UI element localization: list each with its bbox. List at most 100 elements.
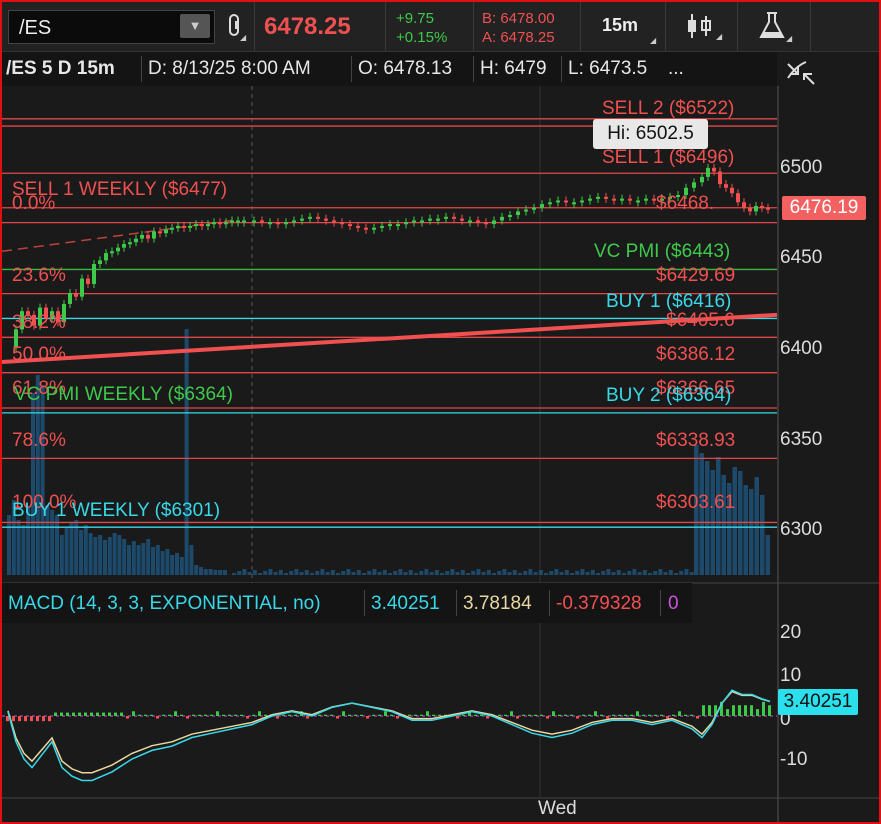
macd-histogram-bar — [600, 714, 603, 716]
macd-histogram-bar — [750, 705, 753, 716]
macd-histogram-bar — [12, 716, 15, 722]
volume-bar — [642, 570, 647, 575]
macd-histogram-bar — [42, 716, 45, 722]
macd-histogram-bar — [354, 714, 357, 716]
candle-body — [80, 278, 84, 297]
macd-histogram-bar — [552, 711, 555, 716]
link-icon[interactable]: ◢ — [226, 12, 248, 42]
candle-body — [116, 247, 120, 252]
fib-382-value: $6405.6 — [666, 310, 735, 331]
macd-title: MACD (14, 3, 3, EXPONENTIAL, no) — [8, 593, 321, 614]
volume-bar — [356, 570, 361, 575]
current-price-badge: 6476.19 — [782, 196, 866, 220]
candle-body — [636, 200, 640, 203]
fib-382-label: 38.2% — [12, 312, 66, 333]
toolbar-divider — [810, 2, 811, 51]
collapse-arrows-icon[interactable] — [784, 58, 818, 88]
volume-bar — [705, 461, 710, 575]
macd-histogram-bar — [198, 714, 201, 716]
header-divider — [141, 56, 142, 82]
flask-icon[interactable]: ◢ — [754, 10, 794, 43]
candle-body — [176, 225, 180, 228]
fib-786-label: 78.6% — [12, 430, 66, 451]
candle-body — [524, 209, 528, 212]
candle-body — [128, 242, 132, 245]
candle-body — [340, 222, 344, 225]
macd-tick: 20 — [780, 622, 802, 643]
macd-histogram-bar — [120, 712, 123, 716]
candle-body — [724, 184, 728, 188]
candle-body — [268, 222, 272, 225]
macd-histogram-bar — [222, 714, 225, 716]
volume-bar — [596, 573, 600, 575]
header-more[interactable]: ... — [668, 58, 684, 80]
volume-bar — [218, 570, 223, 575]
macd-histogram-bar — [438, 714, 441, 716]
macd-histogram-bar — [540, 714, 543, 716]
candle-body — [736, 193, 740, 203]
price-tick: 6350 — [780, 429, 823, 450]
volume-bar — [749, 489, 754, 575]
volume-bar — [544, 573, 548, 575]
volume-bar — [242, 569, 247, 575]
fib-0-label: 0.0% — [12, 193, 56, 214]
candle-body — [748, 207, 752, 212]
chevron-down-icon[interactable]: ▼ — [180, 14, 210, 38]
candle-body — [98, 260, 102, 265]
bid-ask: B: 6478.00 A: 6478.25 — [482, 9, 555, 47]
macd-histogram-bar — [564, 714, 567, 716]
volume-bar — [611, 572, 616, 575]
candle-body — [468, 220, 472, 223]
volume-bar — [299, 572, 304, 575]
volume-bar — [268, 569, 273, 575]
header-divider — [660, 590, 661, 616]
volume-bar — [523, 571, 528, 575]
candle-body — [754, 205, 758, 212]
net-change: +9.75 +0.15% — [396, 9, 447, 47]
volume-bar — [213, 570, 218, 575]
buy2-label: BUY 2 ($6364) — [606, 385, 732, 406]
candle-body — [596, 196, 600, 199]
header-high: H: 6479 — [480, 58, 547, 79]
volume-bar — [136, 545, 141, 575]
macd-histogram-bar — [384, 711, 387, 716]
volume-bar — [7, 515, 11, 575]
candlestick-icon[interactable]: ◢ — [684, 12, 724, 41]
volume-bar — [398, 569, 403, 575]
volume-bar — [570, 573, 574, 575]
macd-histogram-bar — [78, 712, 81, 716]
symbol-input[interactable]: /ES ▼ — [8, 10, 215, 44]
volume-bar — [151, 547, 155, 575]
volume-bar — [554, 569, 559, 575]
volume-bar — [653, 571, 658, 575]
candle-body — [604, 196, 608, 199]
macd-header[interactable]: MACD (14, 3, 3, EXPONENTIAL, no) 3.40251… — [2, 583, 692, 623]
macd-histogram-bar — [390, 714, 393, 716]
macd-histogram-bar — [678, 711, 681, 716]
macd-histogram-bar — [240, 714, 243, 716]
volume-bar — [175, 553, 179, 575]
macd-histogram-bar — [630, 714, 633, 716]
volume-bar — [533, 572, 538, 575]
candle-body — [580, 200, 584, 203]
volume-bar — [471, 571, 476, 575]
macd-histogram-bar — [690, 714, 693, 716]
high-bubble: Hi: 6502.5 — [593, 119, 708, 149]
macd-histogram-bar — [756, 709, 759, 716]
volume-bar — [658, 569, 663, 575]
macd-histogram-bar — [420, 714, 423, 716]
macd-histogram-bar — [408, 714, 411, 716]
volume-bar — [258, 573, 262, 575]
bid-value: B: 6478.00 — [482, 10, 555, 27]
volume-bar — [362, 573, 366, 575]
header-divider — [549, 590, 550, 616]
volume-bar — [760, 495, 765, 575]
macd-histogram-bar — [282, 714, 285, 716]
volume-bar — [689, 572, 694, 575]
macd-histogram-bar — [696, 716, 699, 719]
volume-bar — [141, 543, 146, 575]
header-divider — [473, 56, 474, 82]
aggregation-button[interactable]: 15m — [602, 15, 638, 36]
volume-bar — [721, 475, 726, 575]
macd-histogram-bar — [36, 716, 39, 722]
